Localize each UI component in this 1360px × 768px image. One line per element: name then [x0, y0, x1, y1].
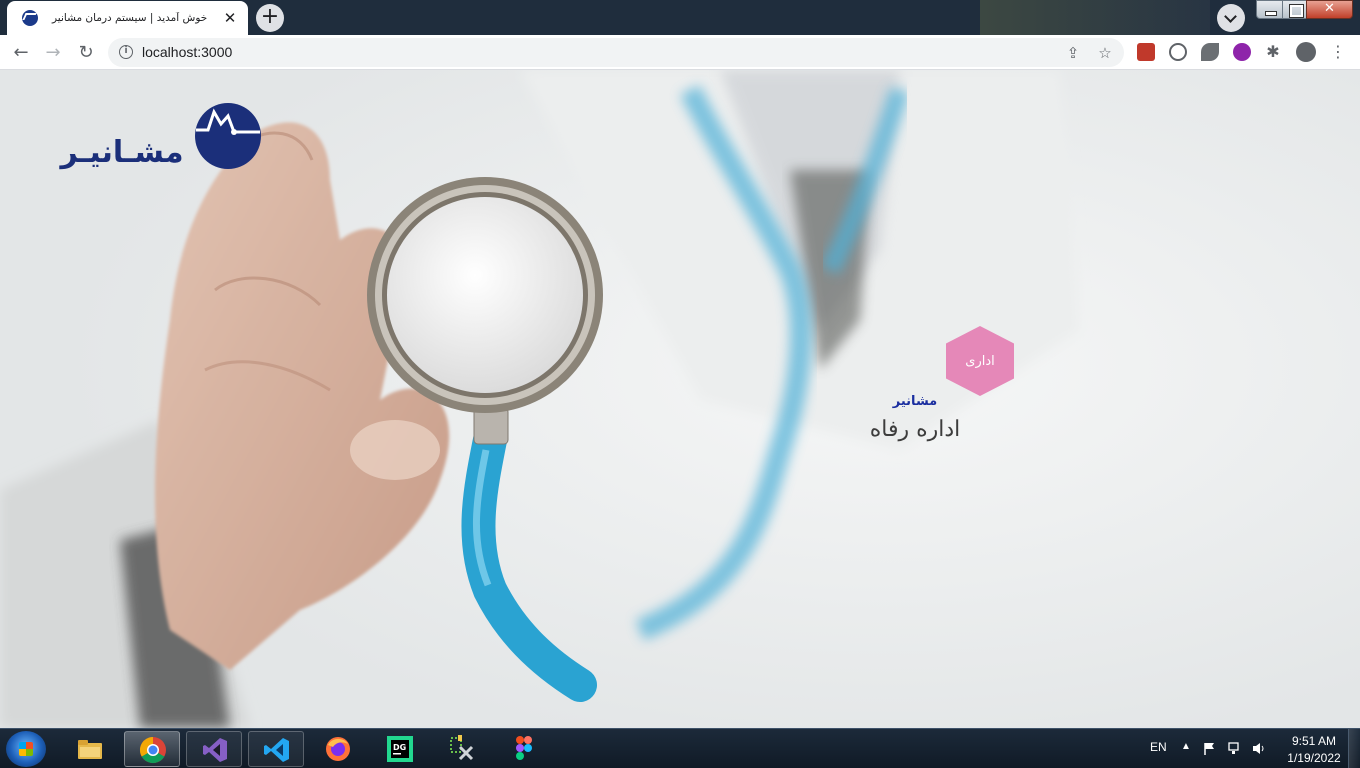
- extension-purple-icon[interactable]: [1233, 43, 1251, 61]
- back-button[interactable]: ←: [8, 40, 34, 66]
- taskbar-file-explorer[interactable]: [62, 731, 118, 767]
- firefox-icon: [326, 737, 350, 761]
- extension-red-icon[interactable]: [1137, 43, 1155, 61]
- tab-close-button[interactable]: ✕: [222, 10, 238, 26]
- browser-toolbar: ← → ↻ i localhost:3000 ⇪ ☆ ✱ ⋮: [0, 35, 1360, 70]
- profile-avatar-icon[interactable]: [1296, 42, 1316, 62]
- start-button[interactable]: [6, 731, 46, 767]
- logo-wordmark: مشـانیـر: [60, 135, 184, 170]
- taskbar-datagrip[interactable]: DG: [372, 731, 428, 767]
- windows-taskbar: DG EN ▲ 9:51 AM 1/19/2022: [0, 728, 1360, 768]
- language-indicator[interactable]: EN: [1150, 740, 1167, 768]
- datagrip-icon: DG: [387, 736, 413, 762]
- taskbar-chrome[interactable]: [124, 731, 180, 767]
- share-icon[interactable]: ⇪: [1063, 43, 1083, 63]
- tab-strip: خوش آمدید | سیستم درمان مشانیر ✕ +: [0, 0, 1360, 35]
- vscode-icon: [264, 738, 289, 762]
- extension-leaf-icon[interactable]: [1201, 43, 1219, 61]
- site-favicon-icon: [22, 10, 38, 26]
- mashanir-logo[interactable]: مشـانیـر: [52, 102, 262, 174]
- logo-mark-icon: [195, 103, 261, 169]
- forward-button[interactable]: →: [40, 40, 66, 66]
- browser-tab-active[interactable]: خوش آمدید | سیستم درمان مشانیر ✕: [7, 1, 248, 35]
- taskbar-firefox[interactable]: [310, 731, 366, 767]
- show-desktop-button[interactable]: [1348, 729, 1360, 768]
- chrome-icon: [139, 736, 166, 764]
- file-explorer-icon: [78, 740, 102, 759]
- bookmark-star-icon[interactable]: ☆: [1095, 43, 1115, 63]
- extensions-puzzle-icon[interactable]: ✱: [1264, 43, 1282, 61]
- show-hidden-icons-button[interactable]: ▲: [1181, 741, 1191, 768]
- page-viewport: مشـانیـر اداری مشانیر اداره رفاه: [0, 70, 1360, 728]
- taskbar-visual-studio[interactable]: [186, 731, 242, 767]
- extension-circle-icon[interactable]: [1169, 43, 1187, 61]
- figma-icon: [516, 736, 532, 760]
- reload-button[interactable]: ↻: [73, 40, 99, 66]
- window-minimize-button[interactable]: [1256, 0, 1283, 19]
- taskbar-build-tools[interactable]: [434, 731, 490, 767]
- address-bar[interactable]: i localhost:3000 ⇪ ☆: [108, 38, 1124, 67]
- brand-label: مشانیر: [892, 394, 938, 409]
- window-close-button[interactable]: [1306, 0, 1353, 19]
- department-name: اداره رفاه: [869, 417, 961, 442]
- url-text[interactable]: localhost:3000: [142, 44, 232, 60]
- taskbar-figma[interactable]: [496, 731, 552, 767]
- clock-date[interactable]: 1/19/2022: [1282, 751, 1346, 768]
- tab-title: خوش آمدید | سیستم درمان مشانیر: [52, 12, 208, 24]
- new-tab-button[interactable]: +: [256, 4, 284, 32]
- action-center-flag-icon[interactable]: [1203, 742, 1216, 755]
- visual-studio-icon: [203, 738, 227, 762]
- svg-text:DG: DG: [393, 743, 406, 752]
- role-label: اداری: [965, 353, 995, 369]
- taskbar-vscode[interactable]: [248, 731, 304, 767]
- window-background: [980, 0, 1210, 35]
- browser-menu-icon[interactable]: ⋮: [1330, 43, 1346, 61]
- volume-icon[interactable]: [1252, 742, 1265, 755]
- site-info-icon[interactable]: i: [119, 45, 133, 59]
- network-icon[interactable]: [1228, 742, 1241, 755]
- tab-search-button[interactable]: [1217, 4, 1245, 32]
- window-restore-button[interactable]: [1282, 0, 1307, 19]
- build-tools-icon: [450, 735, 474, 761]
